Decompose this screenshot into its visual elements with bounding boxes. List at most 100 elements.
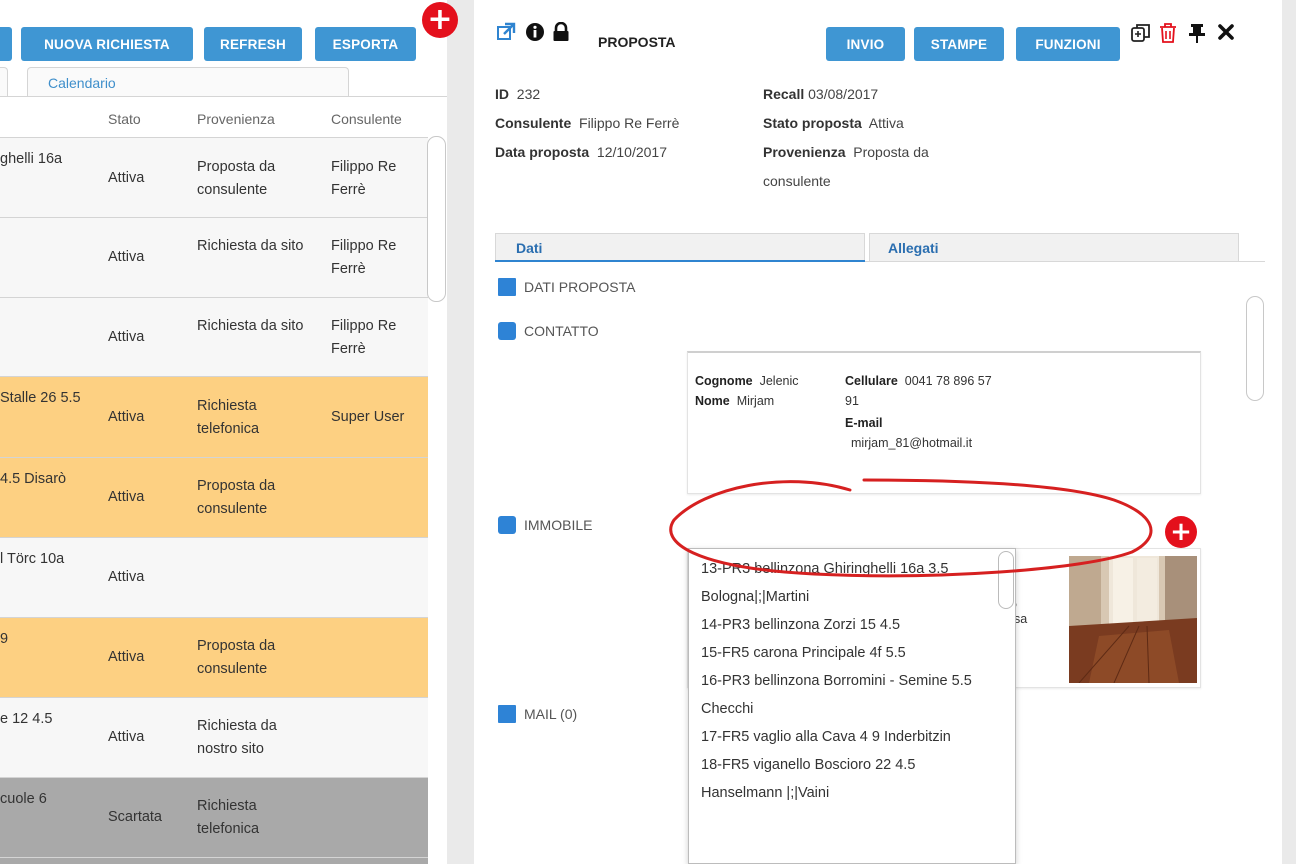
esporta-button[interactable]: ESPORTA [315, 27, 416, 61]
table-row[interactable]: l Törc 10a Attiva [0, 538, 428, 618]
cell-consulente: Filippo Re Ferrè [331, 318, 397, 357]
data-proposta-value: 12/10/2017 [596, 144, 667, 160]
tab-allegati[interactable]: Allegati [869, 233, 1239, 262]
cell-address: 4.5 Disarò [0, 471, 67, 487]
cognome-label: Cognome [695, 374, 753, 388]
section-mail[interactable]: MAIL (0) [498, 705, 577, 723]
cellulare-value-cont: 91 [845, 394, 859, 408]
cell-address: ghelli 16a [0, 151, 63, 167]
table-row[interactable]: Stalle 26 5.5 Attiva Richiesta telefonic… [0, 377, 428, 458]
provenienza-label: Provenienza [763, 144, 846, 160]
cell-provenienza: Proposta da consulente [197, 159, 276, 198]
dropdown-option[interactable]: 14-PR3 bellinzona Zorzi 15 4.5 [689, 611, 989, 639]
id-value: 232 [516, 86, 541, 102]
section-square-icon [498, 516, 516, 534]
recall-label: Recall [763, 86, 805, 102]
consulente-value: Filippo Re Ferrè [579, 115, 680, 131]
red-annotation-ellipse [669, 478, 1153, 578]
cell-address: e 12 4.5 [0, 711, 53, 727]
cell-stato: Attiva [108, 569, 145, 585]
panel-title: PROPOSTA [598, 34, 676, 50]
trash-icon[interactable] [1158, 22, 1178, 49]
meta-right: Recall 03/08/2017 Stato proposta Attiva … [763, 80, 983, 196]
list-scrollbar[interactable] [427, 136, 446, 302]
tab-dati-label: Dati [516, 240, 543, 256]
tab-dati[interactable]: Dati [495, 233, 865, 262]
funzioni-button[interactable]: FUNZIONI [1016, 27, 1120, 61]
cell-address: 9 [0, 631, 9, 647]
cell-stato: Attiva [108, 329, 145, 345]
partial-toolbar-button[interactable] [0, 27, 12, 61]
table-row[interactable]: 9 Attiva Proposta da consulente [0, 618, 428, 698]
cell-stato: Attiva [108, 489, 145, 505]
cell-address: l Törc 10a [0, 551, 65, 567]
column-header-consulente[interactable]: Consulente [331, 111, 402, 127]
column-header-stato[interactable]: Stato [108, 111, 141, 127]
table-row[interactable]: Attiva Richiesta da sito Filippo Re Ferr… [0, 218, 428, 298]
dropdown-option[interactable]: 15-FR5 carona Principale 4f 5.5 [689, 639, 989, 667]
nuova-richiesta-button[interactable]: NUOVA RICHIESTA [21, 27, 193, 61]
tab-divider [865, 261, 1265, 262]
cell-address: Stalle 26 5.5 [0, 390, 81, 406]
cell-consulente: Super User [331, 409, 405, 425]
copy-icon[interactable] [1130, 22, 1152, 49]
active-tab-indicator [495, 260, 865, 262]
section-square-icon [498, 322, 516, 340]
tab-calendario[interactable]: Calendario [27, 67, 349, 97]
cell-stato: Attiva [108, 649, 145, 665]
cell-provenienza: Richiesta telefonica [197, 398, 260, 437]
email-value[interactable]: mirjam_81@hotmail.it [845, 433, 1075, 453]
dropdown-option[interactable]: 17-FR5 vaglio alla Cava 4 9 Inderbitzin [689, 723, 989, 751]
property-dropdown[interactable]: 13-PR3 bellinzona Ghiringhelli 16a 3.5 B… [688, 548, 1016, 864]
recall-value: 03/08/2017 [808, 86, 879, 102]
open-external-icon[interactable] [496, 22, 516, 47]
add-request-plus-icon[interactable]: + [422, 2, 458, 38]
dropdown-option[interactable]: 16-PR3 bellinzona Borromini - Semine 5.5… [689, 667, 989, 723]
table-row[interactable] [0, 858, 428, 864]
section-immobile[interactable]: IMMOBILE [498, 516, 592, 534]
proposal-detail-panel: PROPOSTA INVIO STAMPE FUNZIONI ID 232 Co… [474, 0, 1282, 864]
stato-proposta-label: Stato proposta [763, 115, 862, 131]
nome-label: Nome [695, 394, 730, 408]
close-icon[interactable] [1217, 22, 1235, 47]
stampe-button[interactable]: STAMPE [914, 27, 1004, 61]
dropdown-option[interactable]: 18-FR5 viganello Boscioro 22 4.5 Hanselm… [689, 751, 989, 807]
section-label: DATI PROPOSTA [524, 279, 636, 295]
table-row[interactable]: e 12 4.5 Attiva Richiesta da nostro sito [0, 698, 428, 778]
section-contatto[interactable]: CONTATTO [498, 322, 599, 340]
info-icon[interactable] [525, 22, 545, 47]
pin-icon[interactable] [1188, 22, 1206, 49]
cell-provenienza: Richiesta da sito [197, 318, 304, 334]
table-row[interactable]: Attiva Richiesta da sito Filippo Re Ferr… [0, 298, 428, 377]
cell-stato: Attiva [108, 249, 145, 265]
cell-stato: Attiva [108, 729, 145, 745]
cell-provenienza: Proposta da consulente [197, 478, 276, 517]
cell-provenienza: Richiesta da nostro sito [197, 718, 277, 757]
invio-button[interactable]: INVIO [826, 27, 905, 61]
email-label: E-mail [845, 416, 883, 430]
contact-names: Cognome Jelenic Nome Mirjam [695, 371, 799, 411]
cell-consulente: Filippo Re Ferrè [331, 238, 397, 277]
lock-icon[interactable] [552, 21, 570, 47]
table-row[interactable]: ghelli 16a Attiva Proposta da consulente… [0, 137, 428, 218]
cognome-value: Jelenic [759, 374, 799, 388]
tab-partial[interactable] [0, 67, 8, 97]
meta-left: ID 232 Consulente Filippo Re Ferrè Data … [495, 80, 679, 167]
id-label: ID [495, 86, 509, 102]
section-square-icon [498, 278, 516, 296]
table-row[interactable]: cuole 6 Scartata Richiesta telefonica [0, 778, 428, 858]
stato-proposta-value: Attiva [868, 115, 904, 131]
section-square-icon [498, 705, 516, 723]
refresh-button[interactable]: REFRESH [204, 27, 302, 61]
tab-allegati-label: Allegati [888, 240, 939, 256]
table-row[interactable]: 4.5 Disarò Attiva Proposta da consulente [0, 458, 428, 538]
column-header-provenienza[interactable]: Provenienza [197, 111, 275, 127]
section-label: MAIL (0) [524, 706, 578, 722]
cell-address: cuole 6 [0, 791, 47, 807]
section-label: IMMOBILE [524, 517, 593, 533]
contact-details: Cellulare 0041 78 896 57 91 E-mail mirja… [845, 371, 1075, 453]
detail-scrollbar[interactable] [1246, 296, 1264, 401]
data-proposta-label: Data proposta [495, 144, 590, 160]
tab-divider [0, 96, 447, 97]
section-dati-proposta[interactable]: DATI PROPOSTA [498, 278, 636, 296]
